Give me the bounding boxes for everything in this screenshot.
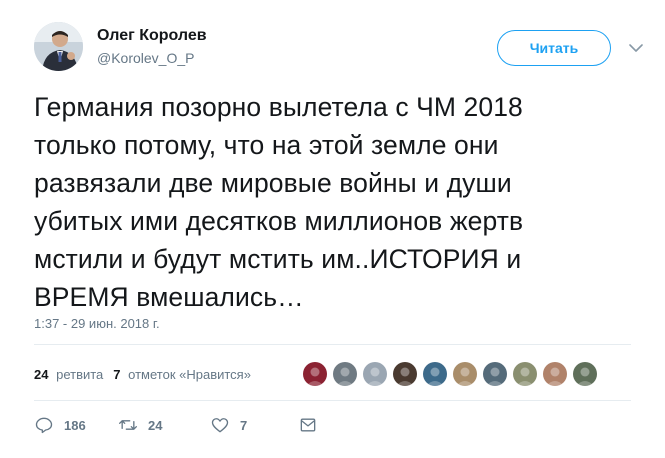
reply-icon <box>35 417 53 434</box>
follow-button[interactable]: Читать <box>497 30 611 66</box>
liker-avatars <box>303 362 603 386</box>
divider <box>34 344 631 345</box>
reply-count: 186 <box>64 417 86 433</box>
retweet-icon <box>119 420 137 430</box>
liker-avatar[interactable] <box>333 362 357 386</box>
liker-avatar[interactable] <box>423 362 447 386</box>
heart-icon <box>211 418 229 433</box>
retweet-button[interactable]: 24 <box>118 415 210 435</box>
liker-avatar[interactable] <box>483 362 507 386</box>
tweet-actions: 186 24 7 <box>34 415 318 435</box>
likes-count: 7 <box>113 367 121 382</box>
liker-avatar[interactable] <box>303 362 327 386</box>
author-handle[interactable]: @Korolev_O_P <box>97 50 194 66</box>
liker-avatar[interactable] <box>453 362 477 386</box>
liker-avatar[interactable] <box>543 362 567 386</box>
chevron-down-icon[interactable] <box>626 38 646 58</box>
tweet-stats: 24 ретвита 7 отметок «Нравится» <box>34 367 261 382</box>
liker-avatar[interactable] <box>393 362 417 386</box>
liker-avatar[interactable] <box>363 362 387 386</box>
retweets-label: ретвита <box>56 367 104 382</box>
likes-stat[interactable]: 7 отметок «Нравится» <box>113 367 251 382</box>
tweet-text: Германия позорно вылетела с ЧМ 2018 толь… <box>34 92 524 312</box>
direct-message-icon <box>300 418 316 432</box>
retweet-count: 24 <box>148 417 163 433</box>
likes-label: отметок «Нравится» <box>128 367 251 382</box>
liker-avatar[interactable] <box>573 362 597 386</box>
like-button[interactable]: 7 <box>210 415 298 435</box>
tweet-timestamp[interactable]: 1:37 - 29 июн. 2018 г. <box>34 316 160 331</box>
author-avatar[interactable] <box>34 22 83 71</box>
liker-avatar[interactable] <box>513 362 537 386</box>
divider <box>34 400 631 401</box>
retweets-count: 24 <box>34 367 49 382</box>
avatar-image <box>34 22 83 71</box>
reply-button[interactable]: 186 <box>34 415 118 435</box>
like-count: 7 <box>240 417 248 433</box>
direct-message-button[interactable] <box>298 415 318 435</box>
author-name[interactable]: Олег Королев <box>97 27 207 45</box>
retweets-stat[interactable]: 24 ретвита <box>34 367 103 382</box>
